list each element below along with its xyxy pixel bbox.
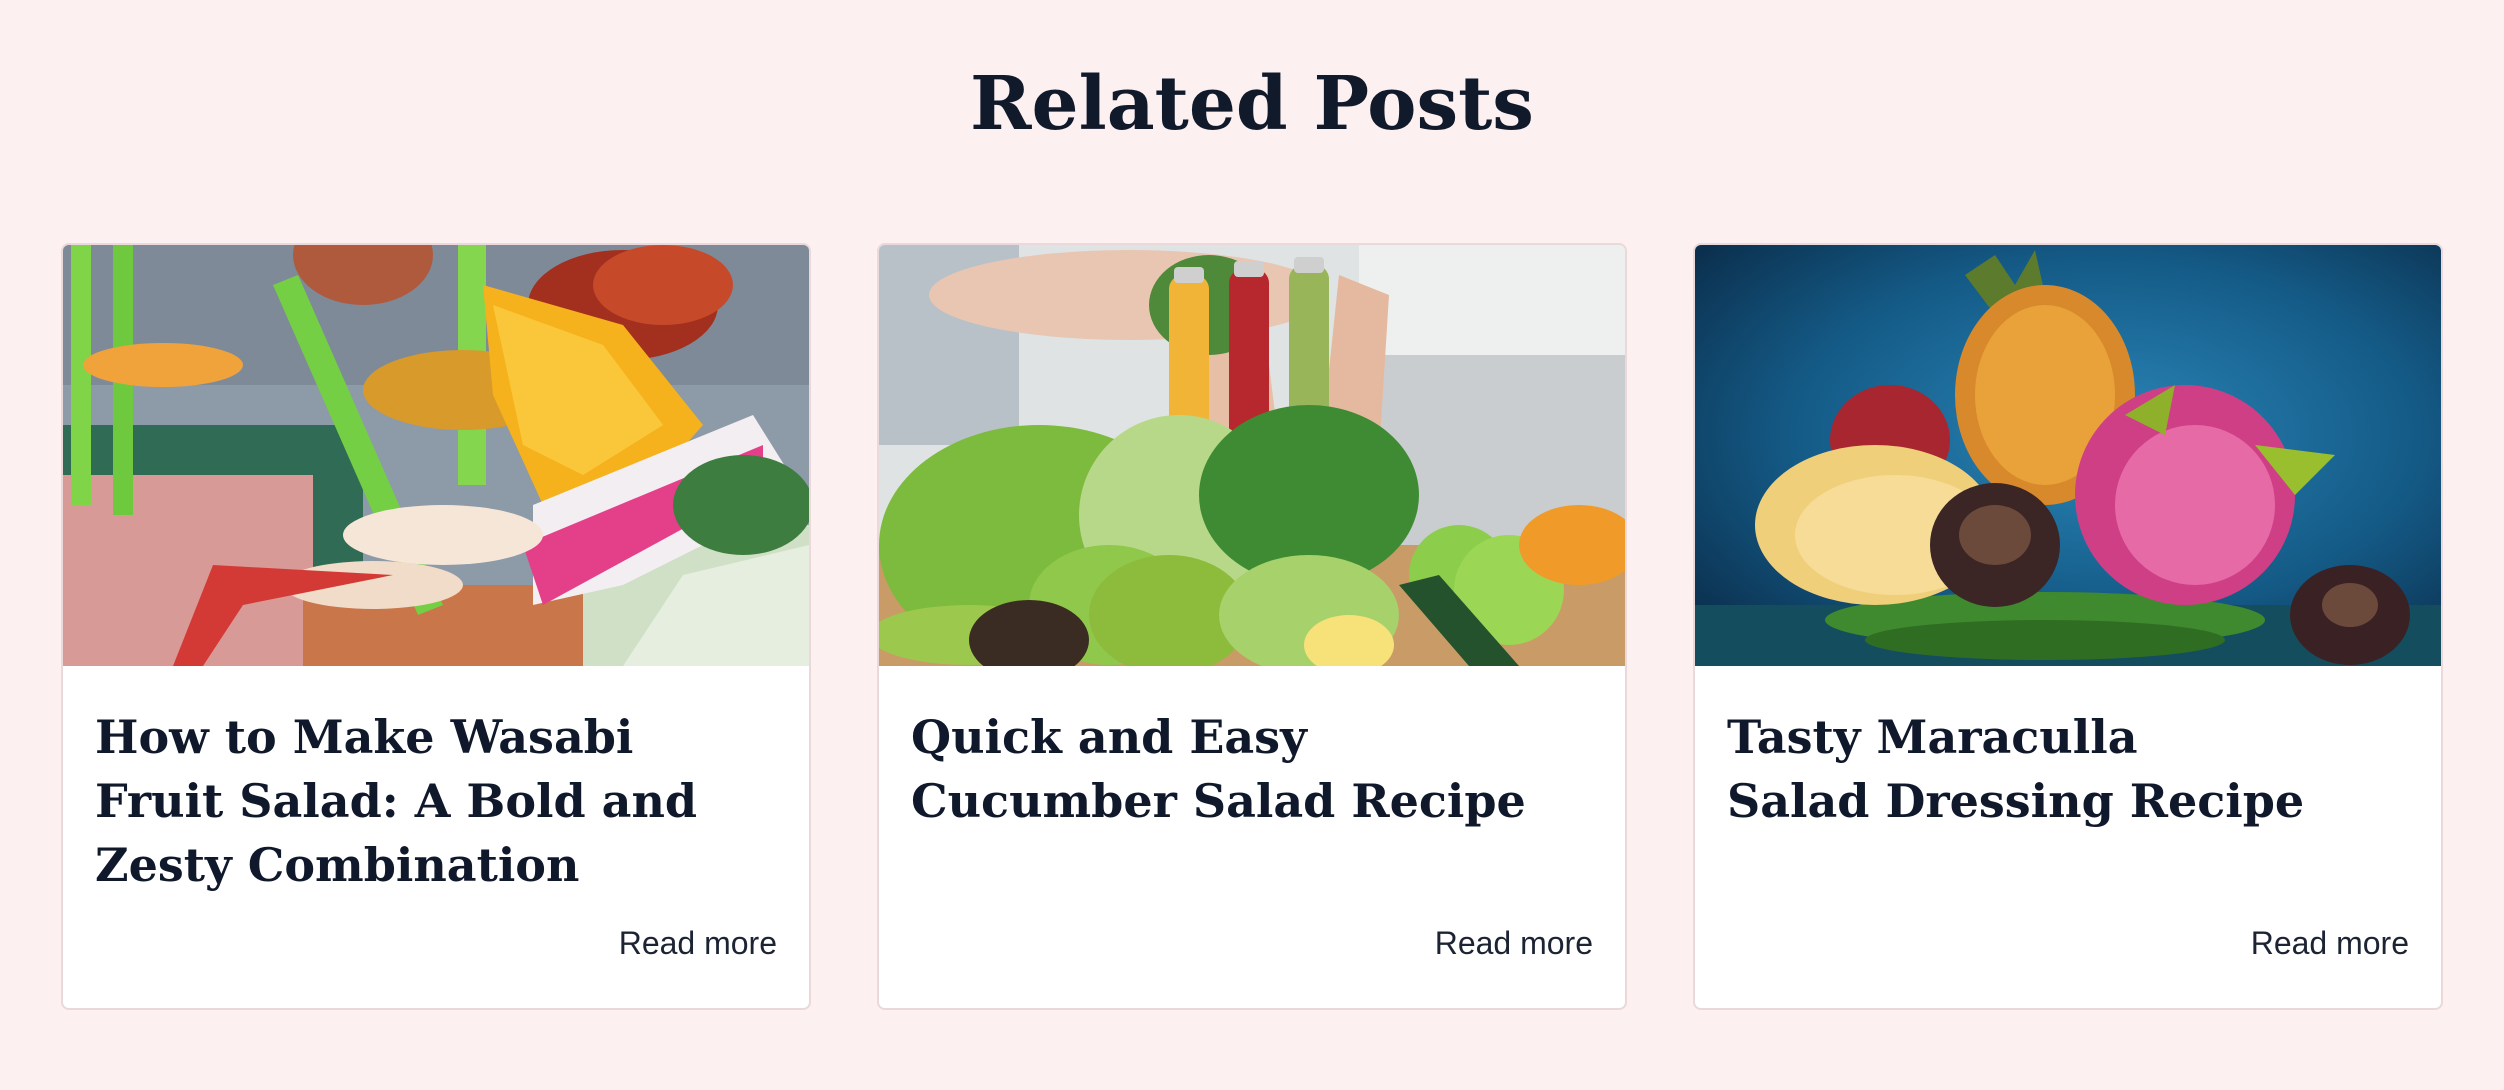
section-title: Related Posts bbox=[970, 61, 1534, 147]
post-card[interactable]: How to Make Wasabi Fruit Salad: A Bold a… bbox=[61, 243, 811, 1010]
read-more-link[interactable]: Read more bbox=[619, 923, 777, 963]
post-title[interactable]: Quick and Easy Cucumber Salad Recipe bbox=[911, 705, 1591, 833]
post-thumbnail-image[interactable] bbox=[1695, 245, 2441, 666]
post-card[interactable]: Tasty Maraculla Salad Dressing Recipe Re… bbox=[1693, 243, 2443, 1010]
post-title[interactable]: Tasty Maraculla Salad Dressing Recipe bbox=[1727, 705, 2407, 833]
post-title[interactable]: How to Make Wasabi Fruit Salad: A Bold a… bbox=[95, 705, 775, 897]
post-thumbnail-image[interactable] bbox=[63, 245, 809, 666]
read-more-link[interactable]: Read more bbox=[2251, 923, 2409, 963]
post-card[interactable]: Quick and Easy Cucumber Salad Recipe Rea… bbox=[877, 243, 1627, 1010]
related-posts-grid: How to Make Wasabi Fruit Salad: A Bold a… bbox=[61, 243, 2443, 1010]
post-thumbnail-image[interactable] bbox=[879, 245, 1625, 666]
read-more-link[interactable]: Read more bbox=[1435, 923, 1593, 963]
